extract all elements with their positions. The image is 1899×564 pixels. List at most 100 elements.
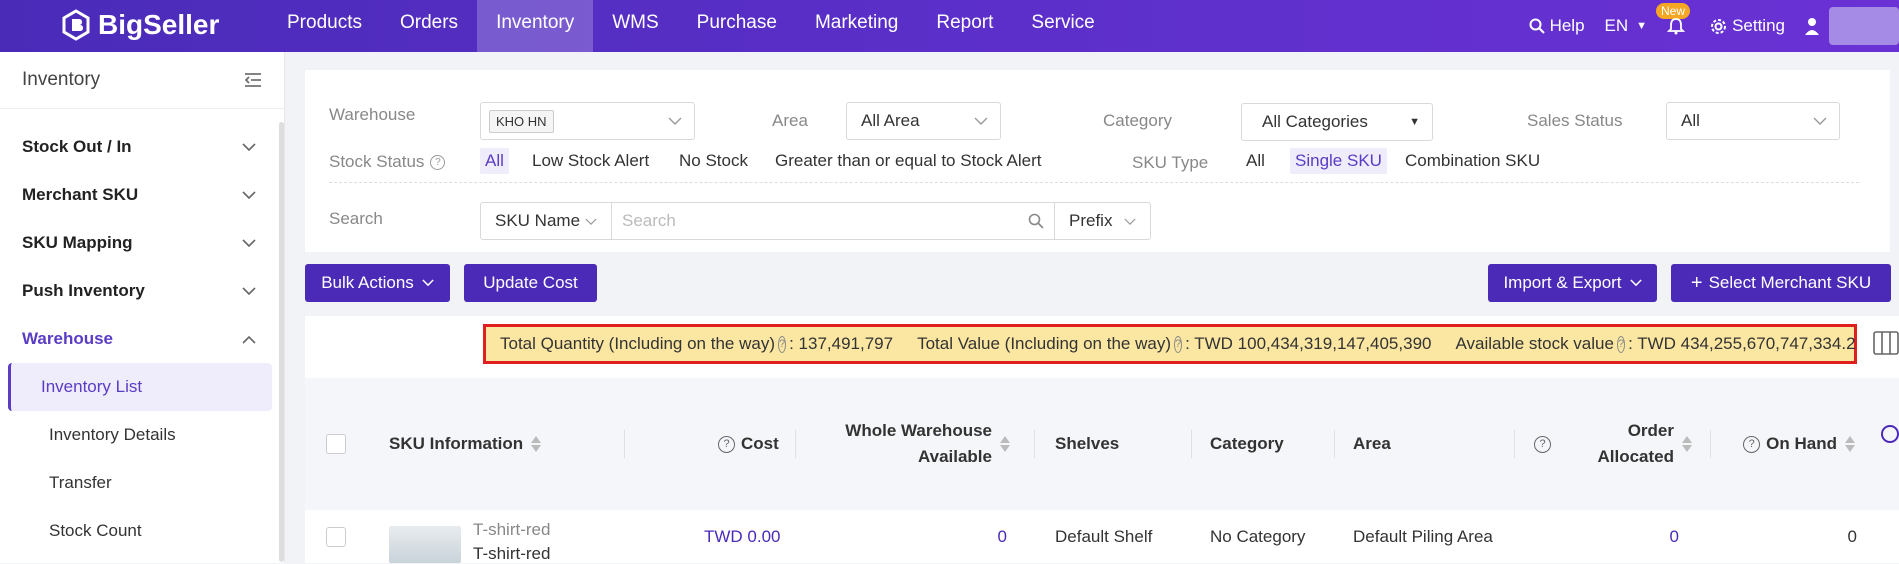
stock-status-low-stock-alert[interactable]: Low Stock Alert	[527, 148, 654, 174]
select-merchant-sku-button[interactable]: + Select Merchant SKU	[1671, 264, 1891, 302]
category-select[interactable]: All Categories ▼	[1241, 103, 1433, 141]
sort-icon[interactable]	[1845, 436, 1855, 452]
help-circle-icon[interactable]: ?	[718, 435, 735, 453]
column-divider	[1334, 430, 1335, 458]
brand-name: BigSeller	[98, 9, 220, 40]
chevron-down-icon	[242, 137, 256, 157]
select-all-checkbox[interactable]	[326, 434, 346, 454]
plus-icon: +	[1690, 271, 1703, 294]
chevron-down-icon	[1124, 211, 1136, 231]
row-checkbox-cell	[326, 510, 346, 563]
warehouse-select[interactable]: KHO HN	[480, 102, 695, 140]
sales-status-select[interactable]: All	[1666, 102, 1840, 140]
sidebar-item-inventory-details[interactable]: Inventory Details	[8, 411, 272, 459]
nav-marketing[interactable]: Marketing	[796, 0, 917, 52]
sidebar-item-label: Warehouse	[22, 329, 114, 348]
filter-panel: Warehouse KHO HN Area All Area Category …	[305, 70, 1890, 252]
nav-report[interactable]: Report	[917, 0, 1012, 52]
search-placeholder: Search	[622, 211, 676, 230]
notification-button[interactable]	[1667, 17, 1690, 35]
column-divider	[1710, 430, 1711, 458]
user-icon	[1805, 18, 1819, 35]
search-icon[interactable]	[1028, 213, 1044, 229]
import-export-label: Import & Export	[1503, 273, 1622, 292]
search-field-select[interactable]: SKU Name	[480, 202, 612, 240]
sidebar-item-inventory-list[interactable]: Inventory List	[8, 363, 272, 411]
sidebar-scrollbar[interactable]	[279, 122, 284, 562]
category-label: Category	[1103, 111, 1172, 130]
warehouse-label: Warehouse	[329, 105, 416, 124]
sku-code[interactable]: T-shirt-red	[473, 520, 550, 540]
search-icon	[1529, 18, 1545, 34]
cost-value[interactable]: TWD 0.00	[704, 510, 781, 563]
sidebar-item-label: Merchant SKU	[22, 185, 139, 204]
allocated-value[interactable]: 0	[1667, 510, 1679, 563]
help-circle-icon[interactable]: ?	[430, 154, 446, 170]
sku-type-single-sku[interactable]: Single SKU	[1290, 148, 1387, 174]
chevron-down-icon	[1629, 279, 1642, 287]
bulk-actions-button[interactable]: Bulk Actions	[305, 264, 450, 302]
nav-purchase[interactable]: Purchase	[678, 0, 796, 52]
nav-service[interactable]: Service	[1012, 0, 1113, 52]
setting-link[interactable]: Setting	[1710, 16, 1785, 36]
bigseller-logo[interactable]: BigSeller	[60, 9, 219, 41]
sort-icon[interactable]	[1000, 436, 1010, 452]
update-cost-button[interactable]: Update Cost	[464, 264, 597, 302]
nav-inventory[interactable]: Inventory	[477, 0, 594, 52]
stock-status-greater-equal-alert[interactable]: Greater than or equal to Stock Alert	[770, 148, 1046, 174]
product-thumbnail[interactable]	[389, 526, 461, 563]
sidebar-item-stock-count[interactable]: Stock Count	[8, 507, 272, 555]
help-circle-icon[interactable]: ?	[1534, 435, 1551, 453]
stock-status-no-stock[interactable]: No Stock	[674, 148, 753, 174]
category-value: All Categories	[1262, 112, 1368, 131]
sidebar-item-sku-mapping[interactable]: SKU Mapping	[0, 219, 284, 267]
sidebar-item-push-inventory[interactable]: Push Inventory	[0, 267, 284, 315]
warehouse-tag[interactable]: KHO HN	[489, 109, 554, 133]
sort-icon[interactable]	[1682, 436, 1692, 452]
sort-icon[interactable]	[531, 436, 542, 452]
sidebar-item-stock-out-in[interactable]: Stock Out / In	[0, 123, 284, 171]
search-group: SKU Name Search Prefix	[480, 202, 1151, 240]
table-row: T-shirt-red T-shirt-red TWD 0.00 0 Defau…	[305, 510, 1899, 563]
sku-type-combination-sku[interactable]: Combination SKU	[1400, 148, 1545, 174]
sidebar-item-merchant-sku[interactable]: Merchant SKU	[0, 171, 284, 219]
import-export-button[interactable]: Import & Export	[1488, 264, 1657, 302]
help-circle-icon[interactable]: ?	[1616, 335, 1626, 353]
user-menu[interactable]	[1805, 7, 1899, 45]
sku-type-all[interactable]: All	[1241, 148, 1270, 174]
collapse-menu-icon[interactable]	[244, 72, 262, 88]
nav-orders[interactable]: Orders	[381, 0, 477, 52]
col-sku-information[interactable]: SKU Information	[389, 378, 542, 510]
area-select[interactable]: All Area	[846, 102, 1001, 140]
sidebar-title: Inventory	[22, 69, 101, 90]
search-input[interactable]: Search	[612, 202, 1055, 240]
search-mode-select[interactable]: Prefix	[1055, 202, 1151, 240]
col-whole-warehouse-available[interactable]: Whole Warehouse Available	[840, 378, 1010, 510]
col-order-allocated[interactable]: Order Allocated	[1570, 378, 1692, 510]
nav-products[interactable]: Products	[268, 0, 381, 52]
column-setting-icon[interactable]	[1881, 425, 1899, 443]
column-divider	[795, 430, 796, 458]
language-select[interactable]: EN ▼	[1605, 16, 1648, 36]
help-circle-icon[interactable]: ?	[1173, 335, 1183, 353]
help-link[interactable]: Help	[1529, 16, 1585, 36]
sidebar-item-warehouse[interactable]: Warehouse	[0, 315, 284, 363]
col-order-label-line1: Order	[1627, 421, 1674, 440]
help-circle-icon[interactable]: ?	[777, 335, 787, 353]
row-checkbox[interactable]	[326, 526, 346, 547]
total-value-value: : TWD 100,434,319,147,405,390	[1185, 334, 1432, 353]
column-divider	[1514, 430, 1515, 458]
sku-info-cell: T-shirt-red T-shirt-red	[473, 506, 550, 563]
sidebar-menu: Stock Out / In Merchant SKU SKU Mapping …	[0, 109, 284, 555]
on-hand-value: 0	[1847, 526, 1857, 546]
help-circle-icon[interactable]: ?	[1743, 435, 1761, 453]
col-on-hand[interactable]: ? On Hand	[1735, 378, 1855, 510]
columns-settings-icon[interactable]	[1873, 331, 1899, 355]
sidebar: Inventory Stock Out / In Merchant SKU SK…	[0, 52, 285, 563]
sales-status-label: Sales Status	[1527, 111, 1623, 130]
available-value[interactable]: 0	[995, 510, 1007, 563]
stock-status-all[interactable]: All	[480, 148, 509, 174]
caret-down-icon: ▼	[1636, 20, 1648, 32]
sidebar-item-transfer[interactable]: Transfer	[8, 459, 272, 507]
nav-wms[interactable]: WMS	[593, 0, 677, 52]
